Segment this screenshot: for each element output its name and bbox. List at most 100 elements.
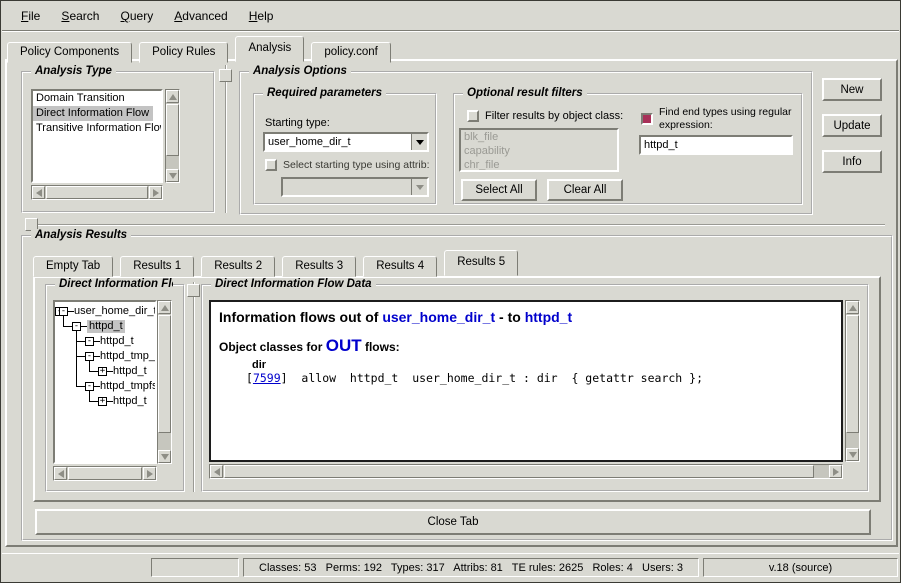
scroll-thumb[interactable] xyxy=(846,315,859,433)
menu-search[interactable]: Search xyxy=(52,8,108,24)
status-version-panel: v.18 (source) xyxy=(703,558,898,577)
menubar: File Search Query Advanced Help xyxy=(2,2,899,31)
clear-all-button[interactable]: Clear All xyxy=(547,179,623,201)
scroll-right-button[interactable] xyxy=(829,465,842,478)
policy-version: v.18 (source) xyxy=(769,562,832,574)
horizontal-scrollbar[interactable] xyxy=(31,185,163,200)
tree-node[interactable]: + httpd_t xyxy=(55,364,155,379)
close-tab-button[interactable]: Close Tab xyxy=(35,509,871,535)
scroll-left-button[interactable] xyxy=(32,186,45,199)
tree-expand-toggle[interactable]: - xyxy=(85,337,94,346)
analysis-results-group: Analysis Results Empty Tab Results 1 Res… xyxy=(21,235,893,541)
policy-stats: Classes: 53 Perms: 192 Types: 317 Attrib… xyxy=(259,562,683,574)
scroll-left-button[interactable] xyxy=(210,465,223,478)
select-all-button[interactable]: Select All xyxy=(461,179,537,201)
scroll-down-button[interactable] xyxy=(158,450,171,463)
scroll-thumb[interactable] xyxy=(224,465,814,478)
dropdown-button[interactable] xyxy=(411,134,427,150)
flow-data-title: Direct Information Flow Data xyxy=(211,278,376,290)
chevron-down-icon xyxy=(416,140,424,145)
down-arrow-icon xyxy=(849,452,857,458)
analysis-options-title: Analysis Options xyxy=(249,65,351,77)
scroll-thumb[interactable] xyxy=(158,315,171,433)
scroll-thumb[interactable] xyxy=(68,467,142,480)
list-item-selected[interactable]: Direct Information Flow xyxy=(33,106,153,121)
flow-tree[interactable]: -- user_home_dir_t - httpd_t - xyxy=(53,300,157,464)
tree-node[interactable]: + httpd_t xyxy=(55,394,155,409)
tab-results-2[interactable]: Results 2 xyxy=(201,256,275,277)
sash-handle[interactable] xyxy=(219,69,232,82)
regex-label-line2: expression: xyxy=(659,119,713,131)
tree-expand-toggle[interactable]: - xyxy=(85,352,94,361)
menu-advanced[interactable]: Advanced xyxy=(165,8,236,24)
tab-results-1[interactable]: Results 1 xyxy=(120,256,194,277)
tree-node[interactable]: -- user_home_dir_t xyxy=(55,304,155,319)
analysis-options-group: Analysis Options Required parameters Sta… xyxy=(239,71,813,215)
chevron-down-icon xyxy=(416,185,424,190)
filter-by-class-checkbox[interactable] xyxy=(467,110,479,122)
tree-expand-toggle[interactable]: - xyxy=(72,322,81,331)
regex-input[interactable] xyxy=(639,135,793,155)
pane-divider xyxy=(33,224,885,226)
tab-policy-conf[interactable]: policy.conf xyxy=(311,42,390,63)
menu-file[interactable]: File xyxy=(12,8,49,24)
vertical-scrollbar[interactable] xyxy=(157,300,172,464)
tab-analysis[interactable]: Analysis xyxy=(235,36,304,62)
analysis-type-list[interactable]: Domain Transition Direct Information Flo… xyxy=(31,89,163,183)
object-class-item: blk_file xyxy=(461,130,617,144)
left-arrow-icon xyxy=(58,470,64,478)
scroll-thumb[interactable] xyxy=(166,104,179,156)
flow-direction: OUT xyxy=(326,336,362,355)
menu-help[interactable]: Help xyxy=(240,8,283,24)
scroll-up-button[interactable] xyxy=(846,301,859,314)
tree-node[interactable]: - httpd_tmp_t xyxy=(55,349,155,364)
scroll-down-button[interactable] xyxy=(846,448,859,461)
optional-filters-group: Optional result filters Filter results b… xyxy=(453,93,803,205)
tab-results-5[interactable]: Results 5 xyxy=(444,250,518,276)
scroll-up-button[interactable] xyxy=(158,301,171,314)
tab-empty-tab[interactable]: Empty Tab xyxy=(33,256,113,277)
vertical-scrollbar[interactable] xyxy=(845,300,860,462)
list-item[interactable]: Domain Transition xyxy=(33,91,161,106)
scroll-thumb[interactable] xyxy=(46,186,148,199)
tree-node[interactable]: - httpd_tmpfs_ xyxy=(55,379,155,394)
tab-policy-components[interactable]: Policy Components xyxy=(7,42,132,63)
starting-type-value: user_home_dir_t xyxy=(268,135,409,149)
up-arrow-icon xyxy=(161,305,169,311)
attrib-combobox xyxy=(281,177,429,197)
te-rule: [7599] allow httpd_t user_home_dir_t : d… xyxy=(246,371,833,385)
scroll-right-button[interactable] xyxy=(149,186,162,199)
results-text[interactable]: Information flows out of user_home_dir_t… xyxy=(209,300,843,462)
pane-divider xyxy=(225,65,227,213)
tree-expand-toggle[interactable]: + xyxy=(98,397,107,406)
scroll-down-button[interactable] xyxy=(166,169,179,182)
source-type: user_home_dir_t xyxy=(382,309,495,325)
scroll-up-button[interactable] xyxy=(166,90,179,103)
sash-handle[interactable] xyxy=(187,284,200,297)
regex-checkbox[interactable] xyxy=(641,113,653,125)
tree-node[interactable]: - httpd_t xyxy=(55,319,155,334)
menu-query[interactable]: Query xyxy=(112,8,163,24)
tab-results-3[interactable]: Results 3 xyxy=(282,256,356,277)
attrib-checkbox[interactable] xyxy=(265,159,277,171)
scroll-right-button[interactable] xyxy=(143,467,156,480)
info-button[interactable]: Info xyxy=(822,150,882,173)
tree-expand-toggle[interactable]: + xyxy=(98,367,107,376)
starting-type-label: Starting type: xyxy=(265,117,330,129)
rule-number-link[interactable]: 7599 xyxy=(253,371,281,385)
tab-policy-rules[interactable]: Policy Rules xyxy=(139,42,228,63)
horizontal-scrollbar[interactable] xyxy=(53,466,157,481)
tree-expand-toggle[interactable]: - xyxy=(59,307,68,316)
target-type: httpd_t xyxy=(525,309,572,325)
horizontal-scrollbar[interactable] xyxy=(209,464,843,479)
list-item[interactable]: Transitive Information Flow xyxy=(33,121,161,136)
tab-results-4[interactable]: Results 4 xyxy=(363,256,437,277)
tree-expand-toggle[interactable]: - xyxy=(85,382,94,391)
vertical-scrollbar[interactable] xyxy=(165,89,180,183)
starting-type-combobox[interactable]: user_home_dir_t xyxy=(263,132,429,152)
scroll-left-button[interactable] xyxy=(54,467,67,480)
update-button[interactable]: Update xyxy=(822,114,882,137)
new-button[interactable]: New xyxy=(822,78,882,101)
attrib-checkbox-label: Select starting type using attrib: xyxy=(283,159,430,171)
tree-node[interactable]: - httpd_t xyxy=(55,334,155,349)
